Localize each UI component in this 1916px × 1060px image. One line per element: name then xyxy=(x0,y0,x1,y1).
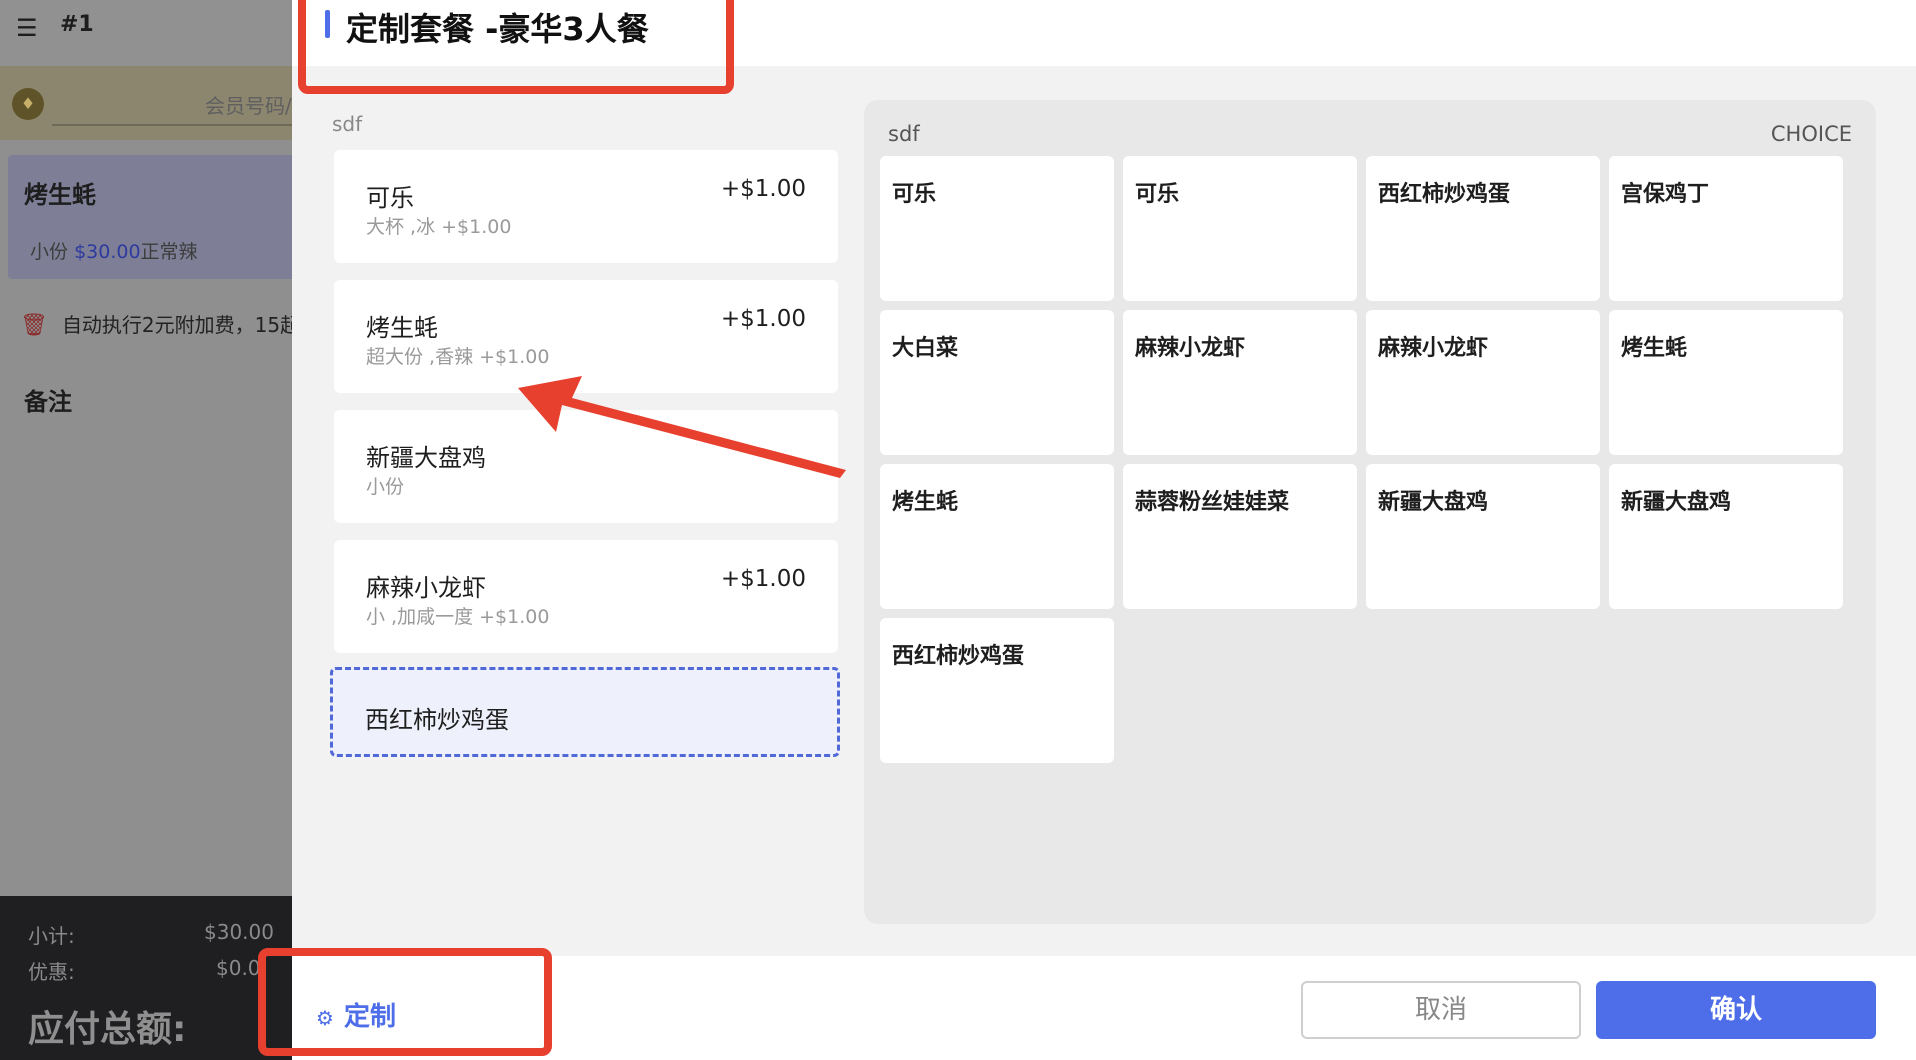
selected-item-price: +$1.00 xyxy=(720,306,806,332)
modal-footer: ⚙ 定制 取消 确认 xyxy=(292,956,1916,1060)
selected-item-name: 西红柿炒鸡蛋 xyxy=(365,706,509,734)
choice-tile[interactable]: 新疆大盘鸡 xyxy=(1366,464,1600,609)
choice-group-label: sdf xyxy=(888,122,920,146)
choice-tile[interactable]: 烤生蚝 xyxy=(880,464,1114,609)
selected-item-price: +$1.00 xyxy=(720,176,806,202)
choice-tile[interactable]: 新疆大盘鸡 xyxy=(1609,464,1843,609)
choice-tile-label: 可乐 xyxy=(892,182,937,207)
surcharge-text: 自动执行2元附加费，15起 xyxy=(61,313,292,337)
selected-item-detail: 小 ,加咸一度 +$1.00 xyxy=(366,606,550,628)
choice-tile[interactable]: 西红柿炒鸡蛋 xyxy=(880,618,1114,763)
choice-tile-label: 新疆大盘鸡 xyxy=(1378,490,1489,515)
order-item[interactable]: 烤生蚝 小份 $30.00正常辣 xyxy=(8,155,292,279)
selected-item-detail: 小份 xyxy=(366,476,405,498)
selected-group-label: sdf xyxy=(332,112,363,136)
subtotal-value: $30.00 xyxy=(204,920,274,944)
selected-item[interactable]: 烤生蚝 超大份 ,香辣 +$1.00 +$1.00 xyxy=(334,280,838,393)
order-header: ☰ #1 xyxy=(0,0,292,66)
choice-tile-label: 麻辣小龙虾 xyxy=(1378,336,1489,361)
customize-label: 定制 xyxy=(343,1002,396,1032)
total-label: 应付总额: xyxy=(28,1009,187,1050)
customize-icon: ⚙ xyxy=(316,1006,334,1030)
selected-item[interactable]: 麻辣小龙虾 小 ,加咸一度 +$1.00 +$1.00 xyxy=(334,540,838,653)
totals-panel: 小计: $30.00 优惠: $0.0 应付总额: xyxy=(0,896,292,1060)
selected-item-name: 可乐 xyxy=(366,184,414,212)
choice-tile[interactable]: 麻辣小龙虾 xyxy=(1366,310,1600,455)
choice-panel: sdf CHOICE 可乐 可乐 西红柿炒鸡蛋 宫保鸡丁 大白菜 麻辣小龙虾 麻… xyxy=(864,100,1876,924)
choice-tile[interactable]: 可乐 xyxy=(880,156,1114,301)
modal-title: 定制套餐 -豪华3人餐 xyxy=(346,10,649,48)
choice-tile[interactable]: 可乐 xyxy=(1123,156,1357,301)
choice-tile[interactable]: 大白菜 xyxy=(880,310,1114,455)
customize-button[interactable]: ⚙ 定制 xyxy=(316,996,396,1033)
modal-header: 定制套餐 -豪华3人餐 xyxy=(292,0,1916,66)
title-accent-bar xyxy=(325,10,330,38)
choice-tile-label: 蒜蓉粉丝娃娃菜 xyxy=(1135,490,1290,515)
discount-label: 优惠: xyxy=(28,960,75,984)
surcharge-row: 🗑 自动执行2元附加费，15起 xyxy=(20,309,292,338)
customize-set-modal: 定制套餐 -豪华3人餐 sdf 可乐 大杯 ,冰 +$1.00 +$1.00 烤… xyxy=(292,0,1916,1060)
menu-icon[interactable]: ☰ xyxy=(16,14,38,42)
choice-tag: CHOICE xyxy=(1770,122,1852,146)
order-item-price: $30.00 xyxy=(74,241,141,263)
choice-tile-label: 西红柿炒鸡蛋 xyxy=(892,644,1025,669)
order-number: #1 xyxy=(60,12,94,37)
choice-tile-label: 大白菜 xyxy=(892,336,959,361)
order-item-size: 小份 xyxy=(30,241,69,263)
choice-tile-label: 可乐 xyxy=(1135,182,1180,207)
selected-item-name: 新疆大盘鸡 xyxy=(366,444,486,472)
subtotal-label: 小计: xyxy=(28,924,75,948)
selected-item-price: +$1.00 xyxy=(720,566,806,592)
confirm-button[interactable]: 确认 xyxy=(1596,981,1876,1039)
discount-value: $0.0 xyxy=(216,956,261,980)
selected-item-detail: 超大份 ,香辣 +$1.00 xyxy=(366,346,550,368)
choice-tile[interactable]: 西红柿炒鸡蛋 xyxy=(1366,156,1600,301)
choice-tile-label: 烤生蚝 xyxy=(892,490,959,515)
choice-tile[interactable]: 烤生蚝 xyxy=(1609,310,1843,455)
choice-tile-label: 烤生蚝 xyxy=(1621,336,1688,361)
remark-label: 备注 xyxy=(24,388,72,416)
choice-tile-label: 西红柿炒鸡蛋 xyxy=(1378,182,1511,207)
cancel-button[interactable]: 取消 xyxy=(1301,981,1581,1039)
selected-item-name: 麻辣小龙虾 xyxy=(366,574,486,602)
choice-tile-label: 新疆大盘鸡 xyxy=(1621,490,1732,515)
member-placeholder: 会员号码/ xyxy=(205,94,292,118)
choice-tile[interactable]: 麻辣小龙虾 xyxy=(1123,310,1357,455)
trash-icon[interactable]: 🗑 xyxy=(20,313,48,338)
order-panel: ☰ #1 ♦ 会员号码/ 烤生蚝 小份 $30.00正常辣 🗑 自动执行2元附加费… xyxy=(0,0,292,1060)
choice-tile[interactable]: 宫保鸡丁 xyxy=(1609,156,1843,301)
selected-item-detail: 大杯 ,冰 +$1.00 xyxy=(366,216,512,238)
screen: ☰ #1 ♦ 会员号码/ 烤生蚝 小份 $30.00正常辣 🗑 自动执行2元附加费… xyxy=(0,0,1916,1060)
order-item-options: 小份 $30.00正常辣 xyxy=(30,237,198,264)
choice-tile-label: 麻辣小龙虾 xyxy=(1135,336,1246,361)
member-bar: ♦ 会员号码/ xyxy=(0,66,292,140)
selected-item[interactable]: 新疆大盘鸡 小份 xyxy=(334,410,838,523)
choice-tile[interactable]: 蒜蓉粉丝娃娃菜 xyxy=(1123,464,1357,609)
order-item-name: 烤生蚝 xyxy=(24,181,96,209)
member-badge-icon: ♦ xyxy=(12,88,44,120)
selected-item-active[interactable]: 西红柿炒鸡蛋 xyxy=(330,667,840,757)
order-item-spice: 正常辣 xyxy=(140,241,198,263)
choice-tile-label: 宫保鸡丁 xyxy=(1621,182,1710,207)
selected-item-name: 烤生蚝 xyxy=(366,314,438,342)
selected-item[interactable]: 可乐 大杯 ,冰 +$1.00 +$1.00 xyxy=(334,150,838,263)
